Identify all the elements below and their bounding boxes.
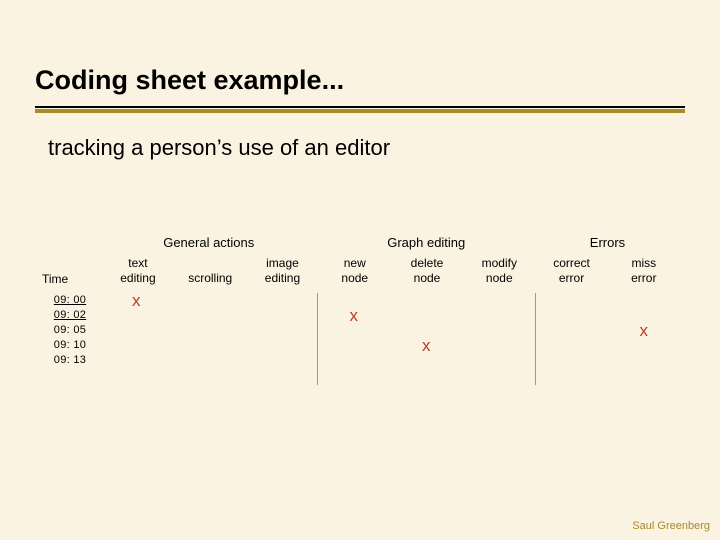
- slide-title: Coding sheet example...: [35, 65, 344, 96]
- mark-cell: [245, 322, 318, 337]
- column-header-row: Time text editing scrolling image editin…: [40, 256, 680, 286]
- label: correct: [553, 256, 590, 270]
- label: delete: [411, 256, 444, 270]
- label: image: [266, 256, 299, 270]
- mark-cell: [245, 337, 318, 352]
- table-row: 09: 00 x: [40, 292, 680, 307]
- mark-cell: [173, 352, 246, 367]
- mark-cell: [318, 292, 391, 307]
- label: node: [341, 271, 368, 285]
- rule-black: [35, 106, 685, 108]
- mark-cell: [100, 322, 173, 337]
- mark-cell: [608, 307, 681, 322]
- spacer: [40, 235, 100, 250]
- label: node: [486, 271, 513, 285]
- col-header-time: Time: [40, 272, 102, 286]
- mark-cell: [173, 322, 246, 337]
- mark-cell: [318, 337, 391, 352]
- table-row: 09: 10 x: [40, 337, 680, 352]
- label: error: [559, 271, 584, 285]
- label: editing: [120, 271, 155, 285]
- label: new: [344, 256, 366, 270]
- mark-cell: [245, 292, 318, 307]
- mark-cell: [535, 337, 608, 352]
- col-header-text-editing: text editing: [102, 256, 174, 286]
- coding-sheet-table: General actions Graph editing Errors Tim…: [40, 235, 680, 367]
- mark-cell: [318, 352, 391, 367]
- slide-subtitle: tracking a person’s use of an editor: [48, 135, 390, 161]
- mark-cell: [245, 307, 318, 322]
- mark-cell: [608, 352, 681, 367]
- mark-cell: [390, 307, 463, 322]
- mark-cell: x: [608, 322, 681, 337]
- label: editing: [265, 271, 300, 285]
- rule-gold: [35, 109, 685, 113]
- label: error: [631, 271, 656, 285]
- label: modify: [482, 256, 517, 270]
- mark-cell: x: [390, 337, 463, 352]
- mark-cell: [173, 337, 246, 352]
- col-header-image-editing: image editing: [246, 256, 318, 286]
- check-mark-icon: x: [640, 323, 649, 338]
- time-cell: 09: 00: [40, 294, 100, 306]
- check-mark-icon: x: [132, 293, 141, 308]
- footer-author: Saul Greenberg: [632, 520, 710, 532]
- mark-cell: [463, 322, 536, 337]
- mark-cell: x: [100, 292, 173, 307]
- time-cell: 09: 05: [40, 324, 100, 336]
- table-row: 09: 13: [40, 352, 680, 367]
- col-header-scrolling: scrolling: [174, 271, 246, 286]
- mark-cell: [390, 292, 463, 307]
- group-header-general: General actions: [100, 235, 318, 250]
- mark-cell: [390, 322, 463, 337]
- col-header-delete-node: delete node: [391, 256, 463, 286]
- mark-cell: [463, 307, 536, 322]
- col-header-correct-error: correct error: [535, 256, 607, 286]
- slide: Coding sheet example... tracking a perso…: [0, 0, 720, 540]
- mark-cell: [173, 292, 246, 307]
- mark-cell: [463, 352, 536, 367]
- check-mark-icon: x: [350, 308, 359, 323]
- mark-cell: [463, 337, 536, 352]
- mark-cell: [535, 322, 608, 337]
- mark-cell: [535, 292, 608, 307]
- label: text: [128, 256, 147, 270]
- mark-cell: [100, 352, 173, 367]
- col-header-new-node: new node: [319, 256, 391, 286]
- col-header-modify-node: modify node: [463, 256, 535, 286]
- check-mark-icon: x: [422, 338, 431, 353]
- label: scrolling: [188, 271, 232, 285]
- data-rows: 09: 00 x 09: 02 x: [40, 292, 680, 367]
- mark-cell: [535, 307, 608, 322]
- mark-cell: [245, 352, 318, 367]
- time-cell: 09: 10: [40, 339, 100, 351]
- time-cell: 09: 13: [40, 354, 100, 366]
- table-row: 09: 05 x: [40, 322, 680, 337]
- group-header-row: General actions Graph editing Errors: [40, 235, 680, 250]
- col-header-miss-error: miss error: [608, 256, 680, 286]
- label: node: [414, 271, 441, 285]
- group-header-errors: Errors: [535, 235, 680, 250]
- mark-cell: [535, 352, 608, 367]
- label: miss: [631, 256, 656, 270]
- mark-cell: x: [318, 307, 391, 322]
- group-header-graph: Graph editing: [318, 235, 536, 250]
- time-cell: 09: 02: [40, 309, 100, 321]
- mark-cell: [173, 307, 246, 322]
- mark-cell: [608, 292, 681, 307]
- mark-cell: [100, 337, 173, 352]
- mark-cell: [463, 292, 536, 307]
